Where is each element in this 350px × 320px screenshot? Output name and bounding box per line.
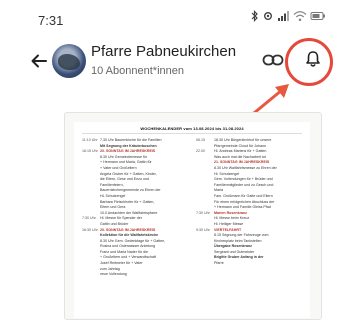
channel-name[interactable]: Pfarre Pabneukirchen (91, 43, 236, 60)
status-icons (250, 10, 326, 22)
schedule-row: neue Vollendung (82, 272, 194, 278)
status-bar: 7:31 (0, 0, 350, 38)
wifi-icon (293, 11, 307, 22)
back-arrow-icon[interactable] (30, 52, 48, 70)
settings-icon (264, 12, 272, 20)
document-title: WOCHENKALENDER vom 13.08.2024 bis 31.08.… (140, 126, 244, 131)
schedule-text: Pfarre (214, 261, 224, 266)
bell-icon[interactable] (305, 50, 321, 68)
signal-icon (278, 11, 289, 21)
document-divider (82, 133, 302, 134)
schedule-text: neue Vollendung (100, 272, 127, 277)
document-left-column: 11:10 Uhr 7.30 Uhr Bauernkirche für die F… (82, 138, 194, 278)
document-right-column: 06.15 18.30 Uhr Bürgerkirchhof für unsere… (196, 138, 308, 267)
schedule-row: Pfarre (196, 261, 308, 267)
subscriber-count: 10 Abonnent*innen (91, 65, 184, 77)
battery-icon (310, 12, 325, 20)
bluetooth-icon (251, 10, 258, 22)
channel-header: Pfarre Pabneukirchen 10 Abonnent*innen (0, 38, 350, 90)
link-icon[interactable] (262, 53, 284, 67)
channel-avatar[interactable] (52, 44, 86, 78)
schedule-time (196, 261, 214, 267)
schedule-time (82, 272, 100, 278)
status-time: 7:31 (38, 13, 64, 28)
